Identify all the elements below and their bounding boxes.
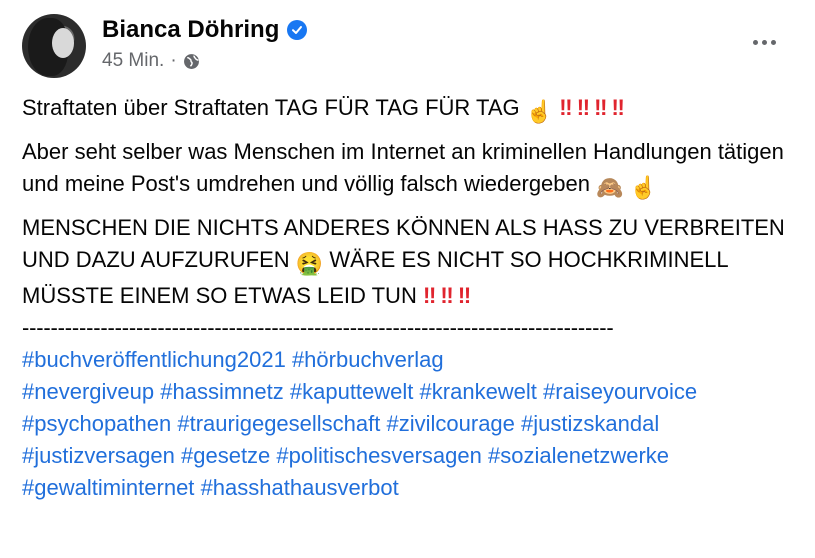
hashtag-link[interactable]: #buchveröffentlichung2021 — [22, 347, 286, 372]
double-exclamation-icon: ‼ — [559, 95, 572, 120]
hashtag-link[interactable]: #traurigegesellschaft — [177, 411, 380, 436]
hashtag-link[interactable]: #gewaltiminternet — [22, 475, 194, 500]
more-dot-icon — [752, 39, 758, 45]
see-no-evil-monkey-icon: 🙈 — [596, 175, 624, 200]
double-exclamation-icon: ‼ — [594, 95, 607, 120]
author-avatar[interactable] — [22, 14, 86, 78]
hashtag-link[interactable]: #politischesversagen — [276, 443, 481, 468]
avatar-face — [52, 28, 74, 58]
author-name[interactable]: Bianca Döhring — [102, 16, 279, 44]
more-options-button[interactable] — [746, 28, 782, 56]
hashtag-link[interactable]: #sozialenetzwerke — [488, 443, 669, 468]
hashtag-link[interactable]: #kaputtewelt — [290, 379, 414, 404]
globe-icon[interactable] — [183, 53, 200, 70]
paragraph-text: Straftaten über Straftaten TAG FÜR TAG F… — [22, 95, 520, 120]
hashtag-link[interactable]: #justizversagen — [22, 443, 175, 468]
hashtag-link[interactable]: #hasshathausverbot — [201, 475, 399, 500]
more-dot-icon — [761, 39, 767, 45]
post-content: Straftaten über Straftaten TAG FÜR TAG F… — [22, 92, 812, 504]
paragraph-text: Aber seht selber was Menschen im Interne… — [22, 139, 784, 196]
meta-separator: · — [170, 50, 177, 71]
post-header: Bianca Döhring 45 Min. · — [22, 14, 802, 78]
hashtag-link[interactable]: #hassimnetz — [160, 379, 284, 404]
hashtag-link[interactable]: #gesetze — [181, 443, 270, 468]
dash-divider: ----------------------------------------… — [22, 315, 614, 340]
post-paragraph-1: Straftaten über Straftaten TAG FÜR TAG F… — [22, 92, 812, 128]
post-paragraph-2: Aber seht selber was Menschen im Interne… — [22, 136, 812, 204]
double-exclamation-icon: ‼ — [440, 283, 453, 308]
hashtag-link[interactable]: #justizskandal — [521, 411, 659, 436]
pointing-finger-icon: ☝ — [525, 99, 554, 124]
hashtag-link[interactable]: #zivilcourage — [387, 411, 515, 436]
double-exclamation-icon: ‼ — [576, 95, 590, 120]
double-exclamation-icon: ‼ — [422, 283, 436, 308]
post-paragraph-3: MENSCHEN DIE NICHTS ANDERES KÖNNEN ALS H… — [22, 212, 812, 312]
more-dot-icon — [770, 39, 776, 45]
hashtag-link[interactable]: #krankewelt — [420, 379, 537, 404]
vomiting-face-icon: 🤮 — [295, 251, 324, 276]
double-exclamation-icon: ‼ — [457, 283, 471, 308]
post-timestamp[interactable]: 45 Min. — [102, 50, 164, 72]
post-meta: 45 Min. · — [102, 50, 200, 72]
verified-badge-icon — [287, 20, 308, 40]
hashtag-link[interactable]: #nevergiveup — [22, 379, 154, 404]
hashtag-link[interactable]: #raiseyourvoice — [543, 379, 697, 404]
hashtag-list: #buchveröffentlichung2021 #hörbuchverlag… — [22, 344, 812, 504]
pointing-finger-icon: ☝ — [629, 175, 658, 200]
hashtag-link[interactable]: #psychopathen — [22, 411, 171, 436]
double-exclamation-icon: ‼ — [611, 95, 625, 120]
author-row: Bianca Döhring — [102, 16, 308, 44]
hashtag-link[interactable]: #hörbuchverlag — [292, 347, 444, 372]
